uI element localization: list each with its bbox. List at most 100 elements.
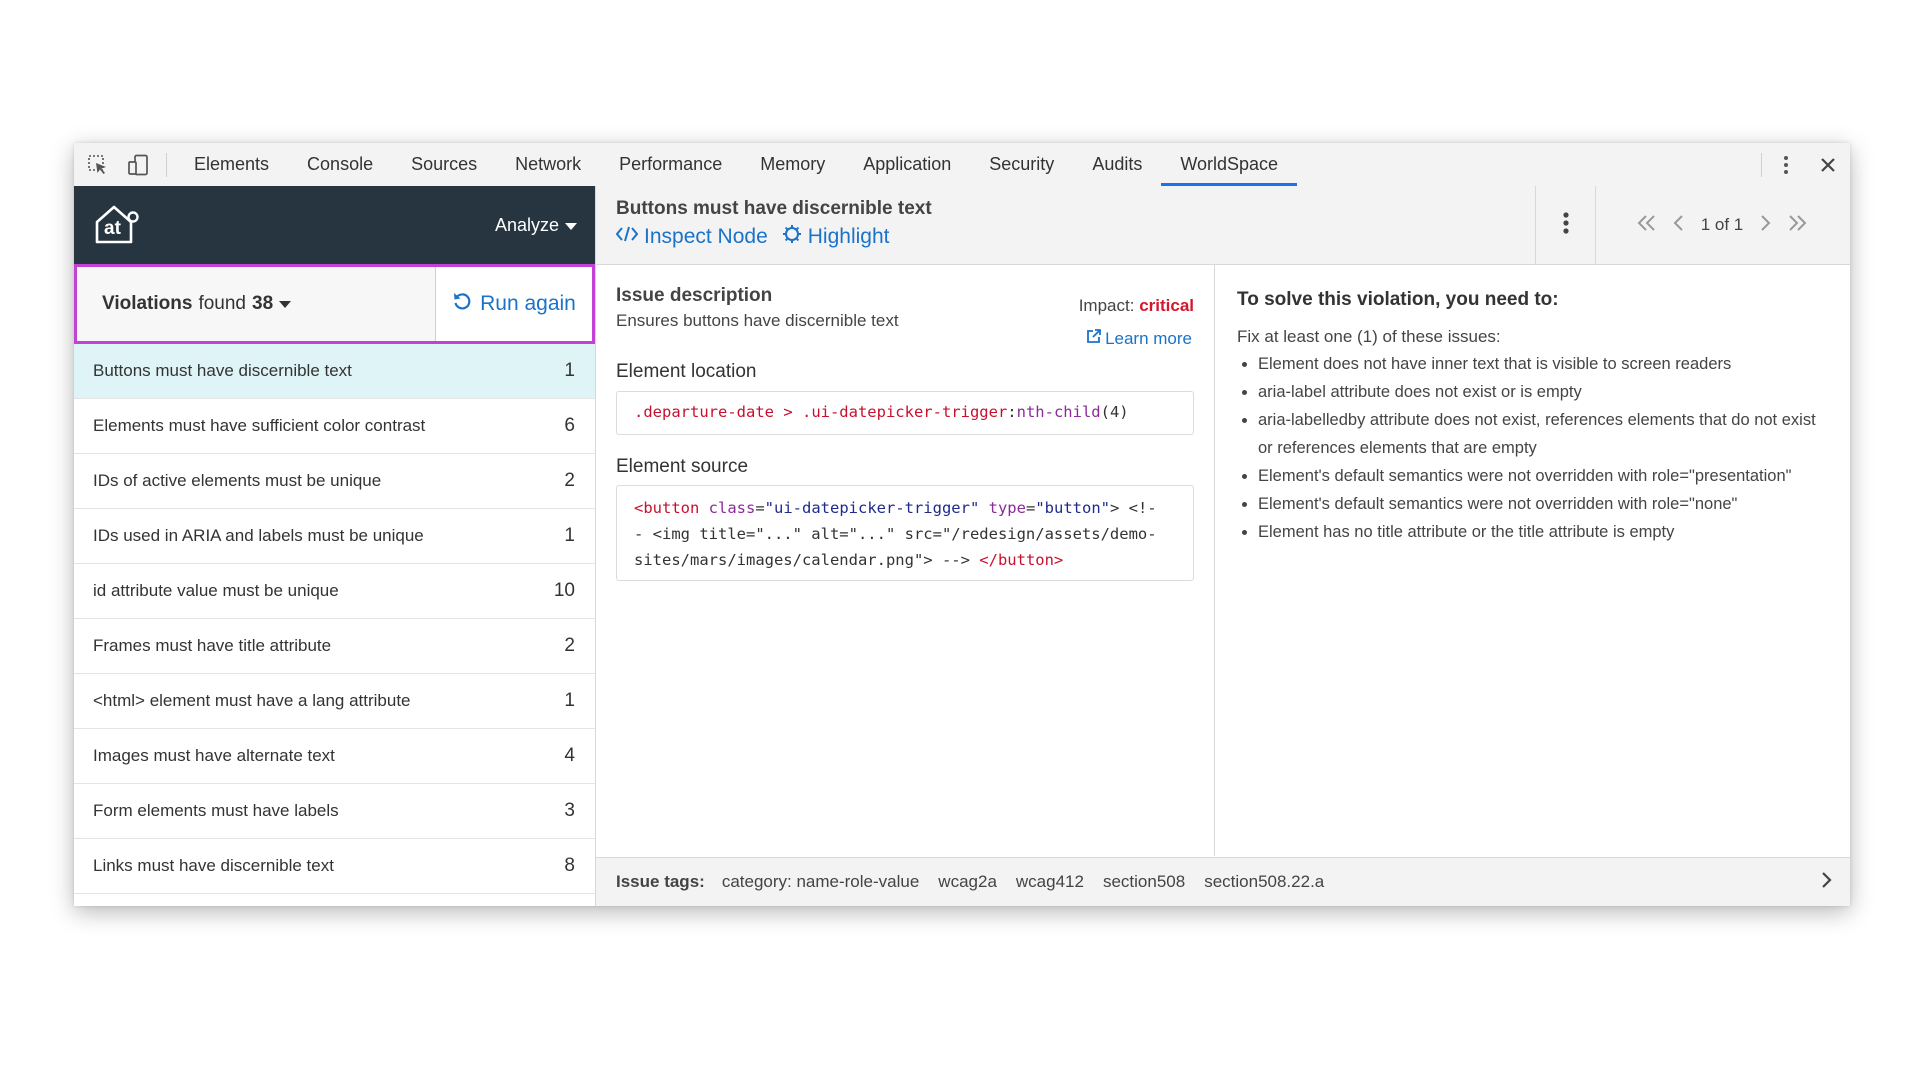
inspect-node-label: Inspect Node <box>644 225 768 248</box>
analyze-label: Analyze <box>494 214 559 235</box>
close-icon[interactable] <box>1806 143 1850 186</box>
issue-tag: wcag412 <box>1015 872 1084 891</box>
caret-down-icon <box>279 293 292 315</box>
last-page-icon[interactable] <box>1787 214 1807 237</box>
source-tag-open: <button <box>634 499 700 517</box>
impact-value: critical <box>1139 296 1194 315</box>
violations-list: Buttons must have discernible text 1 Eleme… <box>74 344 595 894</box>
pager: 1 of 1 <box>1594 186 1850 264</box>
violations-summary-dropdown[interactable]: Violations found 38 <box>77 267 435 341</box>
violation-row[interactable]: IDs used in ARIA and labels must be uniq… <box>74 509 595 564</box>
violations-panel: at Analyze Violations found 38 Run again… <box>74 186 596 906</box>
source-val-type: "button" <box>1035 499 1110 517</box>
tab-bar-actions <box>1753 143 1850 186</box>
violation-count: 4 <box>564 745 575 766</box>
violation-count: 1 <box>564 525 575 546</box>
tab-bar-divider <box>166 152 167 177</box>
tab-performance[interactable]: Performance <box>600 143 741 186</box>
source-line-3-text: sites/mars/images/calendar.png"> --> <box>634 551 980 569</box>
chevron-right-icon[interactable] <box>1820 871 1832 894</box>
caret-down-icon <box>565 215 577 236</box>
fix-intro: Fix at least one (1) of these issues: <box>1237 327 1501 346</box>
inspect-node-link[interactable]: Inspect Node <box>615 224 768 250</box>
violation-row[interactable]: Images must have alternate text 4 <box>74 729 595 784</box>
tab-network[interactable]: Network <box>496 143 600 186</box>
devtools-tabs: Elements Console Sources Network Performance… <box>175 143 1298 186</box>
run-again-label: Run again <box>480 292 576 315</box>
violation-count: 10 <box>553 580 575 601</box>
tab-sources[interactable]: Sources <box>392 143 496 186</box>
location-combinator: > <box>773 403 802 421</box>
next-page-icon[interactable] <box>1759 214 1771 237</box>
violation-row[interactable]: id attribute value must be unique 10 <box>74 564 595 619</box>
violation-row[interactable]: IDs of active elements must be unique 2 <box>74 454 595 509</box>
highlight-icon <box>782 224 802 250</box>
source-attr-class: class <box>699 499 756 517</box>
violations-label: Violations <box>102 293 193 314</box>
location-selector-2: .ui-datepicker-trigger <box>801 403 1008 421</box>
detail-menu-button[interactable] <box>1535 186 1596 264</box>
highlight-link[interactable]: Highlight <box>782 224 890 250</box>
source-attr-type: type <box>979 499 1026 517</box>
brand-bar: at Analyze <box>74 186 595 264</box>
analyze-dropdown[interactable]: Analyze <box>495 215 577 236</box>
tab-audits[interactable]: Audits <box>1073 143 1161 186</box>
prev-page-icon[interactable] <box>1673 214 1685 237</box>
issue-tags-list: category: name-role-value wcag2a wcag412 se… <box>722 872 1324 892</box>
fix-list: Element does not have inner text that is… <box>1237 350 1818 546</box>
violation-row[interactable]: <html> element must have a lang attribut… <box>74 674 595 729</box>
violations-found-label: found <box>198 293 246 314</box>
inspect-element-icon[interactable] <box>78 143 118 186</box>
issue-tags-bar: Issue tags: category: name-role-value wca… <box>596 857 1850 906</box>
violation-row[interactable]: Frames must have title attribute 2 <box>74 619 595 674</box>
tab-memory[interactable]: Memory <box>741 143 844 186</box>
violation-row[interactable]: Elements must have sufficient color cont… <box>74 399 595 454</box>
highlight-label: Highlight <box>807 225 890 248</box>
tab-security[interactable]: Security <box>970 143 1073 186</box>
issue-tag: wcag2a <box>938 872 997 891</box>
violation-label: Images must have alternate text <box>93 746 335 765</box>
first-page-icon[interactable] <box>1637 214 1657 237</box>
tab-application[interactable]: Application <box>844 143 970 186</box>
violation-label: Elements must have sufficient color cont… <box>93 416 426 435</box>
source-line-1-end: > <!- <box>1109 499 1157 517</box>
violation-label: Links must have discernible text <box>93 856 334 875</box>
device-toolbar-icon[interactable] <box>118 143 158 186</box>
tab-worldspace[interactable]: WorldSpace <box>1161 143 1298 186</box>
violation-count: 2 <box>564 635 575 656</box>
learn-more-label: Learn more <box>1105 328 1192 348</box>
solution-title: To solve this violation, you need to: <box>1237 289 1559 310</box>
devtools-tab-bar: Elements Console Sources Network Performance… <box>74 143 1850 187</box>
fix-item: aria-label attribute does not exist or i… <box>1258 378 1818 406</box>
home-logo-icon[interactable]: at <box>92 202 140 248</box>
violation-count: 1 <box>564 360 575 381</box>
issue-description-title: Issue description <box>616 285 773 306</box>
source-eq-2: = <box>1025 499 1036 517</box>
fix-item: Element's default semantics were not ove… <box>1258 462 1818 490</box>
violations-header: Violations found 38 Run again <box>74 264 595 344</box>
more-vertical-icon[interactable] <box>1766 143 1806 186</box>
tab-console[interactable]: Console <box>288 143 392 186</box>
fix-item: Element has no title attribute or the ti… <box>1258 518 1818 546</box>
source-line-2: - <img title="..." alt="..." src="/redes… <box>634 525 1157 543</box>
issue-tag: section508.22.a <box>1204 872 1325 891</box>
more-vertical-icon <box>1562 211 1570 240</box>
source-eq-1: = <box>755 499 765 517</box>
tab-elements[interactable]: Elements <box>175 143 288 186</box>
violations-count: 38 <box>252 293 274 314</box>
location-selector-1: .departure-date <box>634 403 774 421</box>
run-again-button[interactable]: Run again <box>435 267 592 341</box>
element-source-title: Element source <box>616 456 749 477</box>
detail-actions: Inspect Node Highlight <box>615 224 890 250</box>
violation-label: IDs of active elements must be unique <box>93 471 382 490</box>
violation-row[interactable]: Form elements must have labels 3 <box>74 784 595 839</box>
violation-count: 1 <box>564 690 575 711</box>
issue-tags-label: Issue tags: <box>616 872 705 891</box>
source-val-class: "ui-datepicker-trigger" <box>764 499 980 517</box>
violation-row[interactable]: Buttons must have discernible text 1 <box>74 344 595 399</box>
pager-text: 1 of 1 <box>1700 215 1744 234</box>
violation-label: Frames must have title attribute <box>93 636 332 655</box>
violation-row[interactable]: Links must have discernible text 8 <box>74 839 595 894</box>
fix-item: Element's default semantics were not ove… <box>1258 490 1818 518</box>
learn-more-link[interactable]: Learn more <box>1086 328 1192 349</box>
